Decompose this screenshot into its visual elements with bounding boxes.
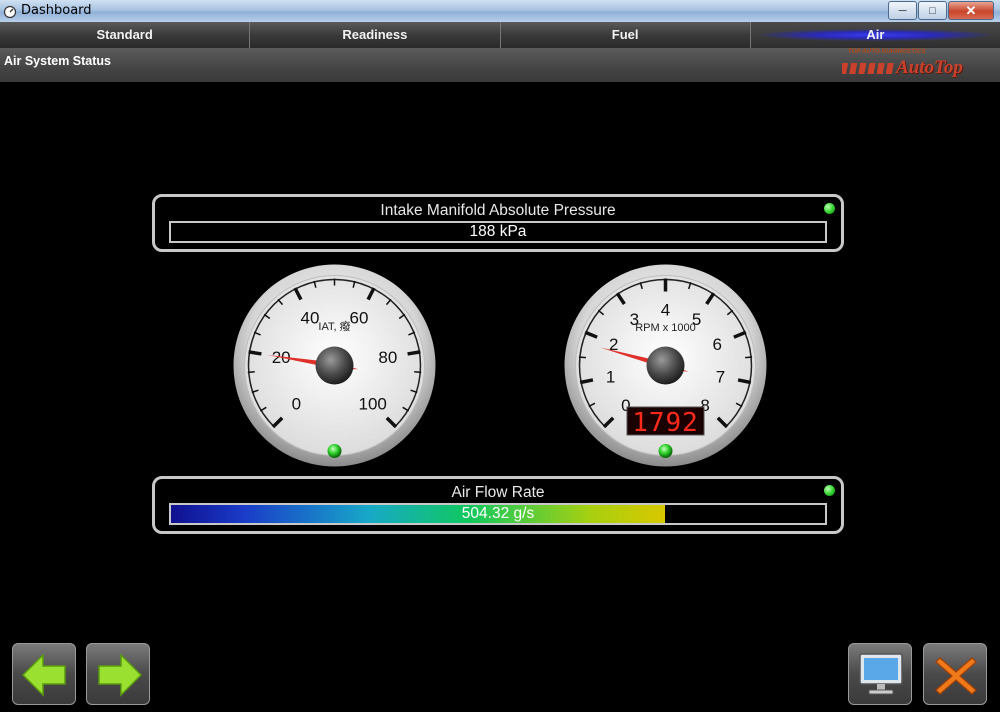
logo-stripes [842,63,894,74]
iat-unit-label: IAT, 癈 [318,319,350,333]
tick-label: 7 [716,367,725,386]
minor-tick [745,356,753,359]
tick-label: 40 [301,308,320,327]
maximize-icon[interactable]: □ [918,1,947,20]
major-tick [579,378,594,385]
map-panel: Intake Manifold Absolute Pressure 188 kP… [152,194,844,252]
airflow-bar: 504.32 g/s [169,503,827,525]
tab-fuel[interactable]: Fuel [501,22,751,48]
tab-air[interactable]: Air [750,22,1000,48]
page-title: Air System Status [4,54,111,68]
major-tick [248,350,262,356]
minimize-icon[interactable]: ─ [888,1,917,20]
minor-tick [247,371,255,374]
window-title: Dashboard [21,3,92,18]
display-button[interactable] [848,643,912,705]
brand-logo: TOP AUTO DIAGNOSTICS AutoTop [840,48,990,82]
window-titlebar: Dashboard ─ □ ✕ [0,0,1000,22]
tick-label: 60 [350,308,369,327]
close-icon[interactable]: ✕ [948,1,994,20]
rpm-gauge: 0123 4 5678 RPM x 1000 1792 [564,264,767,467]
tab-standard[interactable]: Standard [0,22,251,48]
map-value: 188 kPa [469,223,527,240]
tick-label: 100 [358,395,386,414]
tab-readiness[interactable]: Readiness [250,22,501,48]
iat-status-led [327,444,342,458]
map-label: Intake Manifold Absolute Pressure [380,202,616,219]
next-button[interactable] [86,643,150,705]
window-controls: ─ □ ✕ [887,1,994,20]
airflow-value: 504.32 g/s [461,505,535,522]
airflow-status-led [824,485,835,496]
previous-button[interactable] [12,643,76,705]
rpm-status-led [658,444,673,458]
major-tick [737,378,752,385]
arrow-right-icon [98,653,143,697]
logo-tagline: TOP AUTO DIAGNOSTICS [848,49,926,55]
minor-tick [578,356,586,359]
rpm-unit-label: RPM x 1000 [635,322,696,334]
minor-tick [414,371,422,374]
close-x-icon [935,657,977,695]
rpm-digital-readout: 1792 [632,408,699,438]
needle-hub [315,346,354,385]
dashboard-icon [3,5,17,18]
map-status-led [824,203,835,214]
tick-label: 1 [606,367,615,386]
tick-label: 6 [713,335,722,354]
major-tick [407,350,421,356]
airflow-panel: Air Flow Rate 504.32 g/s [152,476,844,534]
tick-label: 0 [292,395,301,414]
logo-brand: AutoTop [896,57,963,78]
section-header: Air System Status TOP AUTO DIAGNOSTICS A… [0,48,1000,82]
tick-label: 4 [661,301,670,320]
needle-hub [646,346,685,385]
tick-label: 80 [378,348,397,367]
iat-gauge: 020406080100 IAT, 癈 [233,264,436,467]
map-value-box: 188 kPa [169,221,827,243]
tab-bar: Standard Readiness Fuel Air [0,22,1000,48]
monitor-icon [859,653,903,695]
airflow-label: Air Flow Rate [451,484,545,501]
exit-button[interactable] [923,643,987,705]
arrow-left-icon [21,653,66,697]
